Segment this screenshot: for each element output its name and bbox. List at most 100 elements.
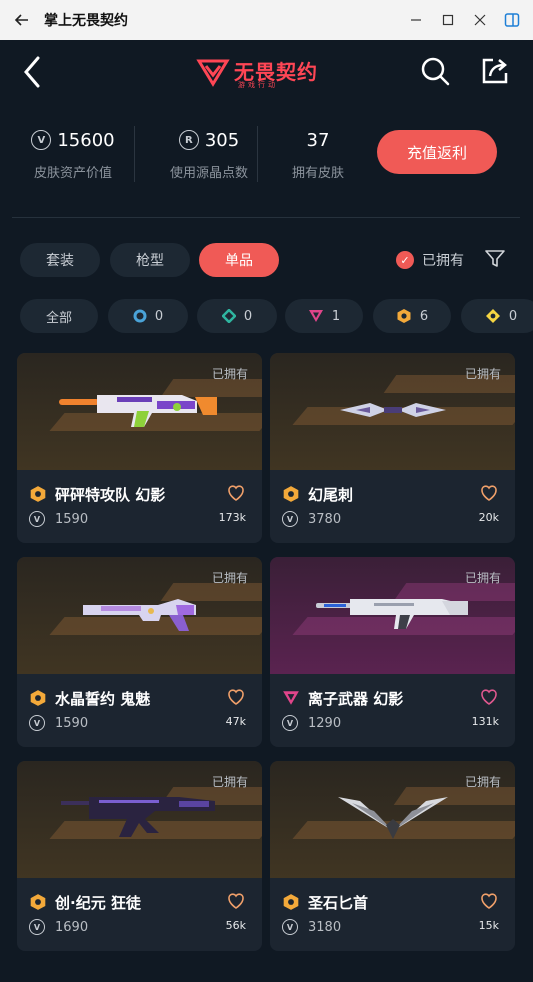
- tier-chip-all[interactable]: 全部: [20, 299, 98, 333]
- divider: [134, 126, 135, 182]
- owned-badge: 已拥有: [211, 775, 248, 789]
- window-titlebar: 掌上无畏契约: [0, 0, 533, 40]
- heart-icon[interactable]: [226, 687, 246, 707]
- assets-value: 15600: [57, 129, 115, 151]
- close-button[interactable]: [467, 7, 493, 33]
- heart-icon[interactable]: [479, 891, 499, 911]
- skins-value: 37: [306, 129, 330, 151]
- sidebar-icon: [504, 13, 520, 27]
- skin-card[interactable]: 已拥有 砰砰特攻队 幻影 V 1590 173k: [17, 353, 262, 543]
- skin-name: 砰砰特攻队 幻影: [55, 486, 166, 504]
- premium-tier-icon: [308, 310, 323, 322]
- owned-badge: 已拥有: [464, 571, 501, 585]
- likes-count: 56k: [225, 919, 246, 932]
- skin-name: 幻尾刺: [308, 486, 354, 504]
- skin-card[interactable]: 已拥有 创·纪元 狂徒 V 1690 56k: [17, 761, 262, 951]
- minimize-button[interactable]: [403, 7, 429, 33]
- tier-count: 0: [154, 308, 164, 324]
- skin-card[interactable]: 已拥有 圣石匕首 V 3180 15k: [270, 761, 515, 951]
- melee-weapon-image: [340, 403, 446, 417]
- arrow-left-icon: [14, 14, 28, 26]
- skin-card[interactable]: 已拥有 离子武器 幻影 V 1290 131k: [270, 557, 515, 747]
- heart-icon[interactable]: [479, 687, 499, 707]
- window-back-button[interactable]: [0, 0, 44, 40]
- filter-icon[interactable]: [484, 248, 506, 270]
- owned-filter-label: 已拥有: [422, 253, 464, 269]
- likes-count: 20k: [478, 511, 499, 524]
- owned-badge: 已拥有: [211, 571, 248, 585]
- vp-coin-icon: V: [282, 919, 298, 935]
- tab-single-items[interactable]: 单品: [199, 243, 279, 277]
- heart-icon[interactable]: [226, 891, 246, 911]
- deluxe-tier-icon: [221, 309, 236, 323]
- exclusive-tier-icon: [30, 690, 46, 706]
- vandal-weapon-image: [61, 797, 215, 837]
- stat-assets: V 15600 皮肤资产价值: [22, 126, 124, 181]
- share-icon[interactable]: [480, 56, 510, 86]
- tier-count: 0: [508, 308, 518, 324]
- assets-label: 皮肤资产价值: [33, 166, 112, 181]
- window-title: 掌上无畏契约: [44, 13, 128, 29]
- skin-name: 水晶誓约 鬼魅: [55, 690, 151, 708]
- tab-sets[interactable]: 套装: [20, 243, 100, 277]
- minimize-icon: [411, 19, 421, 21]
- points-value: 305: [204, 129, 240, 151]
- sidebar-toggle-button[interactable]: [499, 7, 525, 33]
- melee-weapon-image: [338, 797, 448, 839]
- phantom-weapon-image: [316, 599, 468, 629]
- vp-coin-icon: V: [31, 130, 52, 150]
- back-chevron-icon[interactable]: [18, 54, 48, 90]
- tier-count: 0: [243, 308, 253, 324]
- tab-weapon-types[interactable]: 枪型: [110, 243, 190, 277]
- maximize-button[interactable]: [435, 7, 461, 33]
- skins-label: 拥有皮肤: [291, 166, 344, 181]
- price-value: 1690: [55, 919, 89, 935]
- exclusive-tier-icon: [283, 486, 299, 502]
- skin-card[interactable]: 已拥有 幻尾刺 V 3780 20k: [270, 353, 515, 543]
- owned-filter-toggle[interactable]: ✓ 已拥有: [396, 248, 464, 272]
- price-value: 1590: [55, 511, 89, 527]
- search-icon[interactable]: [420, 56, 450, 86]
- stat-skins: 37 拥有皮肤: [274, 126, 362, 182]
- logo-subtext: 游戏行动: [238, 81, 278, 89]
- skin-name: 圣石匕首: [308, 894, 369, 912]
- recharge-button[interactable]: 充值返利: [377, 130, 497, 174]
- vp-coin-icon: V: [29, 715, 45, 731]
- select-tier-icon: [133, 309, 147, 323]
- app-content: 无畏契约 游戏行动 V 15600 皮肤资产价值 R 305 使用源晶点数 37…: [0, 40, 533, 982]
- likes-count: 131k: [471, 715, 499, 728]
- heart-icon[interactable]: [226, 483, 246, 503]
- close-icon: [474, 14, 486, 26]
- skin-name: 离子武器 幻影: [308, 690, 404, 708]
- skin-price: V 1690: [29, 919, 88, 935]
- vp-coin-icon: V: [282, 511, 298, 527]
- tier-chip-premium[interactable]: 1: [285, 299, 363, 333]
- owned-badge: 已拥有: [464, 775, 501, 789]
- tier-chip-select[interactable]: 0: [108, 299, 188, 333]
- price-value: 3780: [308, 511, 342, 527]
- divider: [257, 126, 258, 182]
- tier-chip-exclusive[interactable]: 6: [373, 299, 451, 333]
- points-label: 使用源晶点数: [169, 166, 248, 181]
- tier-chip-ultra[interactable]: 0: [461, 299, 533, 333]
- heart-icon[interactable]: [479, 483, 499, 503]
- exclusive-tier-icon: [397, 309, 411, 323]
- radianite-coin-icon: R: [178, 130, 199, 150]
- maximize-icon: [442, 14, 454, 26]
- likes-count: 47k: [225, 715, 246, 728]
- price-value: 1590: [55, 715, 89, 731]
- exclusive-tier-icon: [283, 894, 299, 910]
- premium-tier-icon: [283, 691, 299, 705]
- phantom-weapon-image: [59, 395, 217, 427]
- exclusive-tier-icon: [30, 894, 46, 910]
- tier-count: 6: [419, 308, 429, 324]
- owned-badge: 已拥有: [464, 367, 501, 381]
- tier-chip-deluxe[interactable]: 0: [197, 299, 277, 333]
- divider: [12, 217, 520, 218]
- ghost-weapon-image: [83, 599, 196, 631]
- checkmark-icon: ✓: [396, 251, 414, 269]
- skin-price: V 1590: [29, 511, 88, 527]
- skin-card[interactable]: 已拥有 水晶誓约 鬼魅 V 1590 47k: [17, 557, 262, 747]
- stats-panel: V 15600 皮肤资产价值 R 305 使用源晶点数 37 拥有皮肤 充值返利: [0, 126, 533, 196]
- vp-coin-icon: V: [29, 919, 45, 935]
